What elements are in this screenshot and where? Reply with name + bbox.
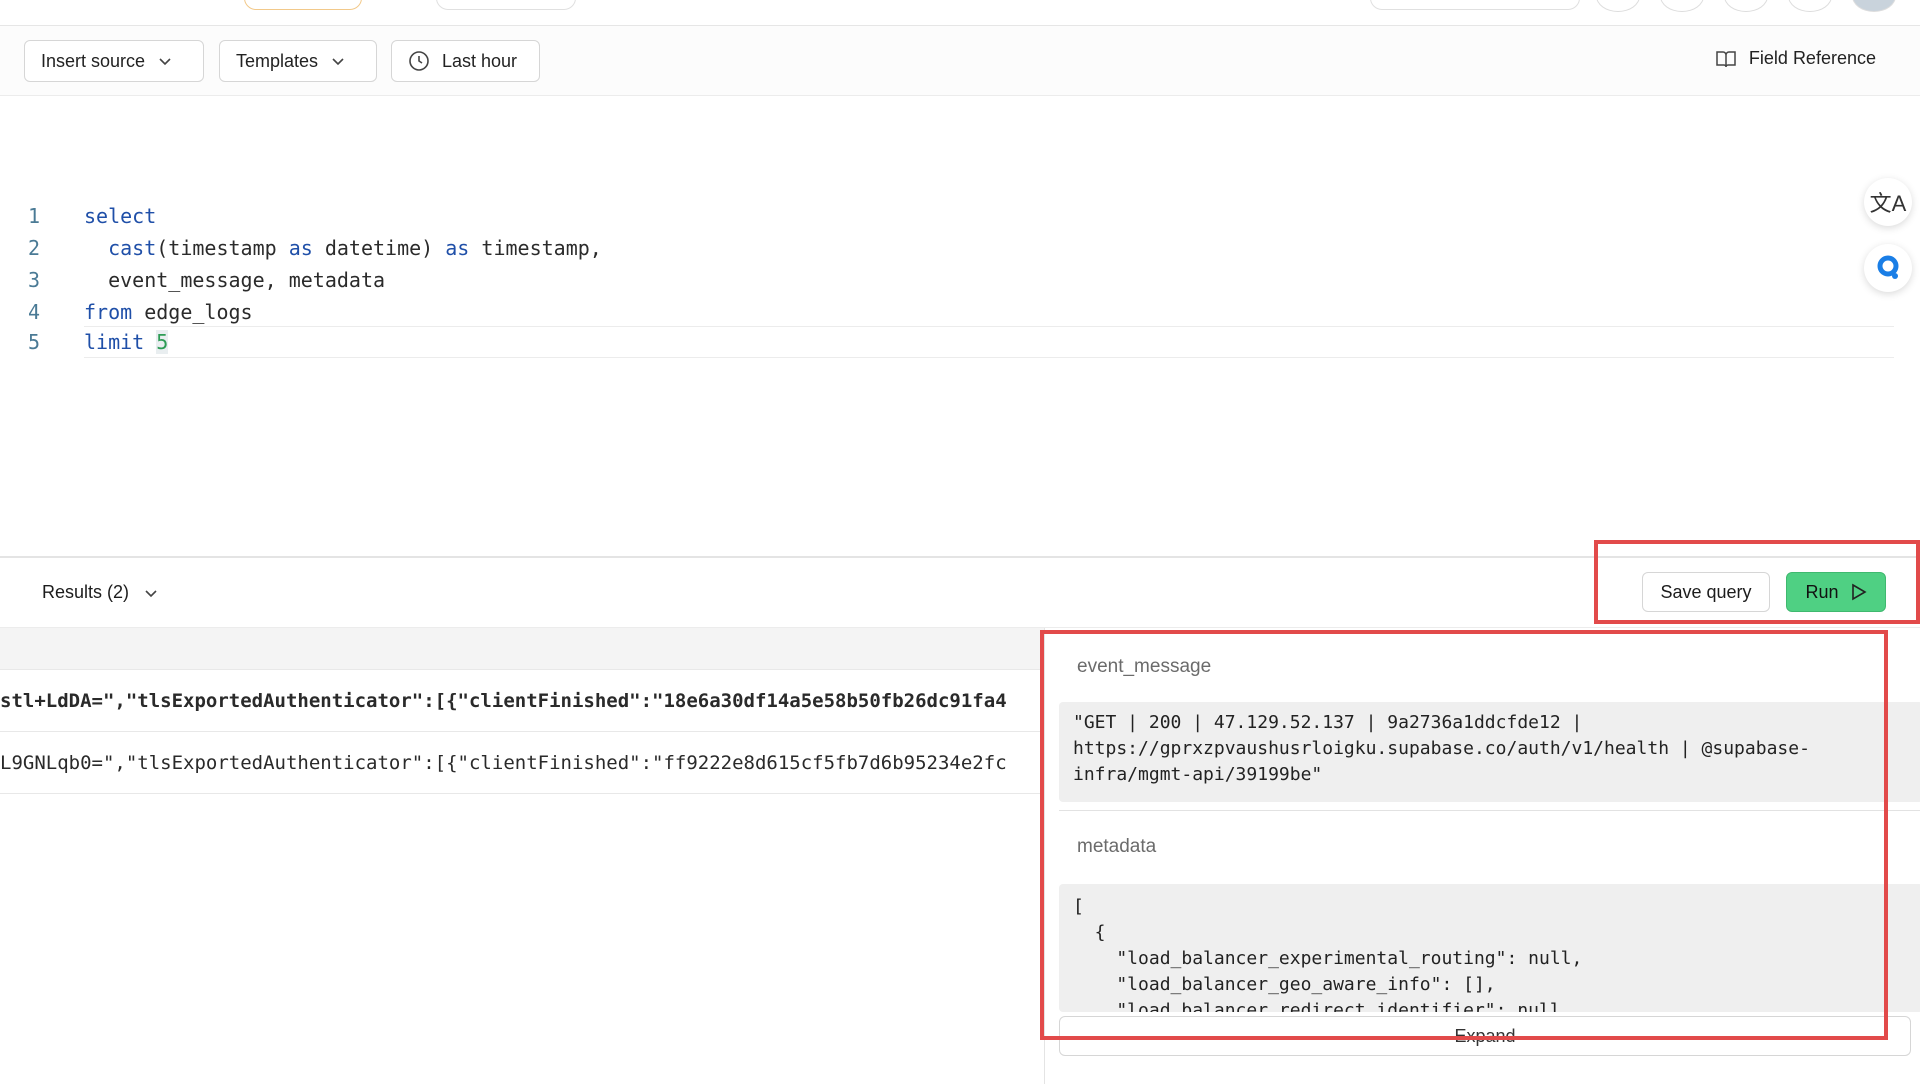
line-number: 2: [28, 236, 41, 260]
book-icon: [1716, 50, 1736, 67]
editor-line: 3 event_message, metadata: [0, 264, 1900, 296]
highlight-box-actions: [1594, 540, 1920, 624]
templates-button[interactable]: Templates: [219, 40, 377, 82]
chevron-down-icon: [332, 58, 344, 66]
translate-icon[interactable]: 文A: [1864, 178, 1912, 226]
templates-label: Templates: [236, 50, 319, 71]
editor-line: 5 limit 5: [0, 326, 1900, 358]
time-range-label: Last hour: [442, 50, 518, 71]
code-text: select: [84, 204, 157, 228]
chevron-down-icon: [159, 58, 171, 66]
code-text: event_message, metadata: [84, 268, 386, 292]
line-number: 4: [28, 300, 41, 324]
sql-editor[interactable]: 1 select 2 cast(timestamp as datetime) a…: [0, 96, 1920, 556]
results-label: Results (2): [42, 582, 130, 602]
field-reference-label: Field Reference: [1748, 48, 1876, 68]
table-row[interactable]: stl+LdDA=","tlsExportedAuthenticator":[{…: [0, 670, 1044, 732]
chevron-down-icon: [145, 589, 157, 597]
header-search[interactable]: [1370, 0, 1580, 10]
insert-source-label: Insert source: [41, 50, 146, 71]
assistant-icon[interactable]: [1864, 244, 1912, 292]
avatar[interactable]: [1852, 0, 1896, 12]
table-row[interactable]: L9GNLqb0=","tlsExportedAuthenticator":[{…: [0, 732, 1044, 794]
editor-line: 1 select: [0, 200, 1900, 232]
header-icon-button[interactable]: [1660, 0, 1704, 12]
line-number: 3: [28, 268, 41, 292]
clock-icon: [409, 51, 429, 71]
code-text: from edge_logs: [84, 300, 253, 324]
top-header-strip: [0, 0, 1920, 26]
code-text: limit 5: [84, 330, 169, 354]
field-reference-button[interactable]: Field Reference: [1715, 48, 1876, 69]
line-number: 5: [28, 330, 41, 354]
time-range-button[interactable]: Last hour: [391, 40, 540, 82]
editor-line: 4 from edge_logs: [0, 296, 1900, 328]
code-text: cast(timestamp as datetime) as timestamp…: [108, 236, 602, 260]
header-icon-button[interactable]: [1596, 0, 1640, 12]
highlight-box-detail: [1040, 630, 1888, 1040]
header-icon-button[interactable]: [1788, 0, 1832, 12]
header-icon-button[interactable]: [1724, 0, 1768, 12]
results-dropdown[interactable]: Results (2): [42, 582, 159, 603]
header-badge[interactable]: [244, 0, 362, 10]
query-toolbar: Insert source Templates Last hour Field …: [0, 26, 1920, 96]
insert-source-button[interactable]: Insert source: [24, 40, 204, 82]
editor-line: 2 cast(timestamp as datetime) as timesta…: [0, 232, 1900, 264]
line-number: 1: [28, 204, 41, 228]
results-grid-header: [0, 628, 1044, 670]
header-selector[interactable]: [436, 0, 576, 10]
